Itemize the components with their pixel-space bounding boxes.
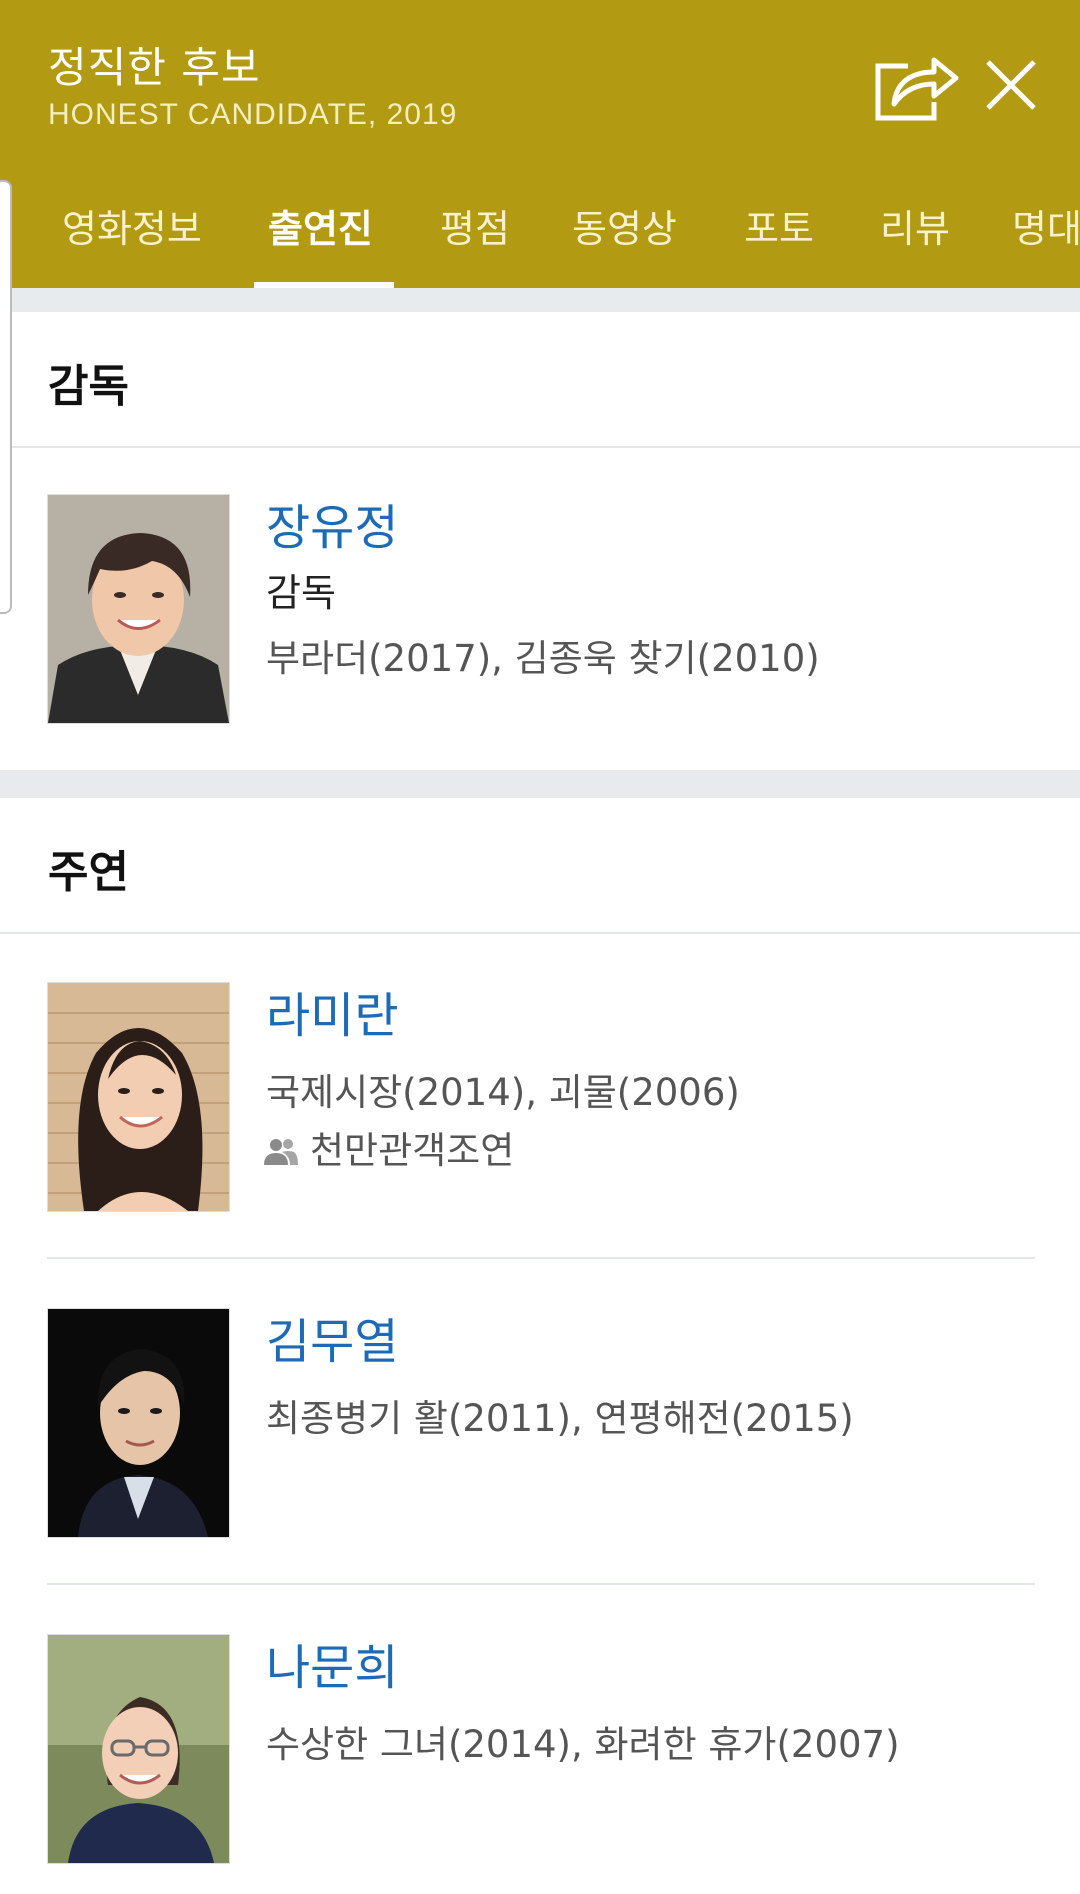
app-header: 정직한 후보 HONEST CANDIDATE, 2019 bbox=[0, 0, 1080, 170]
tab-movie-info[interactable]: 영화정보 bbox=[62, 170, 202, 288]
person-works-cast-3: 수상한 그녀(2014), 화려한 휴가(2007) bbox=[266, 1723, 900, 1766]
cast-photo-2[interactable] bbox=[47, 1308, 230, 1538]
divider bbox=[0, 446, 1080, 448]
section-title-director: 감독 bbox=[48, 361, 129, 412]
section-title-lead: 주연 bbox=[48, 847, 129, 898]
divider bbox=[0, 932, 1080, 934]
tab-review[interactable]: 리뷰 bbox=[880, 170, 950, 288]
tab-rating[interactable]: 평점 bbox=[440, 170, 510, 288]
person-name-director[interactable]: 장유정 bbox=[266, 488, 398, 558]
divider bbox=[47, 1257, 1035, 1259]
person-works-cast-2: 최종병기 활(2011), 연평해전(2015) bbox=[266, 1397, 854, 1440]
person-badge: 천만관객조연 bbox=[264, 1120, 514, 1174]
share-button[interactable] bbox=[868, 44, 964, 126]
tab-bar: 영화정보 출연진 평점 동영상 포토 리뷰 명대사 bbox=[0, 170, 1080, 288]
tab-quotes[interactable]: 명대사 bbox=[1012, 170, 1080, 288]
badge-label: 천만관객조연 bbox=[310, 1129, 515, 1172]
cast-photo-3[interactable] bbox=[47, 1634, 230, 1864]
director-photo[interactable] bbox=[47, 494, 230, 724]
movie-title: 정직한 후보 bbox=[48, 43, 261, 92]
section-spacer bbox=[0, 288, 1080, 312]
close-button[interactable] bbox=[972, 44, 1052, 126]
cast-photo-1[interactable] bbox=[47, 982, 230, 1212]
person-name-cast-1[interactable]: 라미란 bbox=[266, 976, 398, 1046]
side-drawer-handle[interactable] bbox=[0, 180, 12, 614]
divider bbox=[47, 1583, 1035, 1585]
movie-subtitle: HONEST CANDIDATE, 2019 bbox=[48, 98, 458, 131]
tab-photo[interactable]: 포토 bbox=[744, 170, 814, 288]
close-icon bbox=[986, 60, 1036, 110]
person-works-cast-1: 국제시장(2014), 괴물(2006) bbox=[266, 1071, 740, 1114]
share-icon bbox=[875, 57, 959, 121]
person-works: 부라더(2017), 김종욱 찾기(2010) bbox=[266, 637, 820, 680]
tab-cast[interactable]: 출연진 bbox=[268, 170, 373, 288]
tab-video[interactable]: 동영상 bbox=[572, 170, 677, 288]
person-name-cast-3[interactable]: 나문희 bbox=[266, 1628, 398, 1698]
section-spacer bbox=[0, 770, 1080, 798]
person-name-cast-2[interactable]: 김무열 bbox=[266, 1302, 398, 1372]
people-icon bbox=[264, 1131, 298, 1174]
person-role: 감독 bbox=[266, 571, 336, 615]
